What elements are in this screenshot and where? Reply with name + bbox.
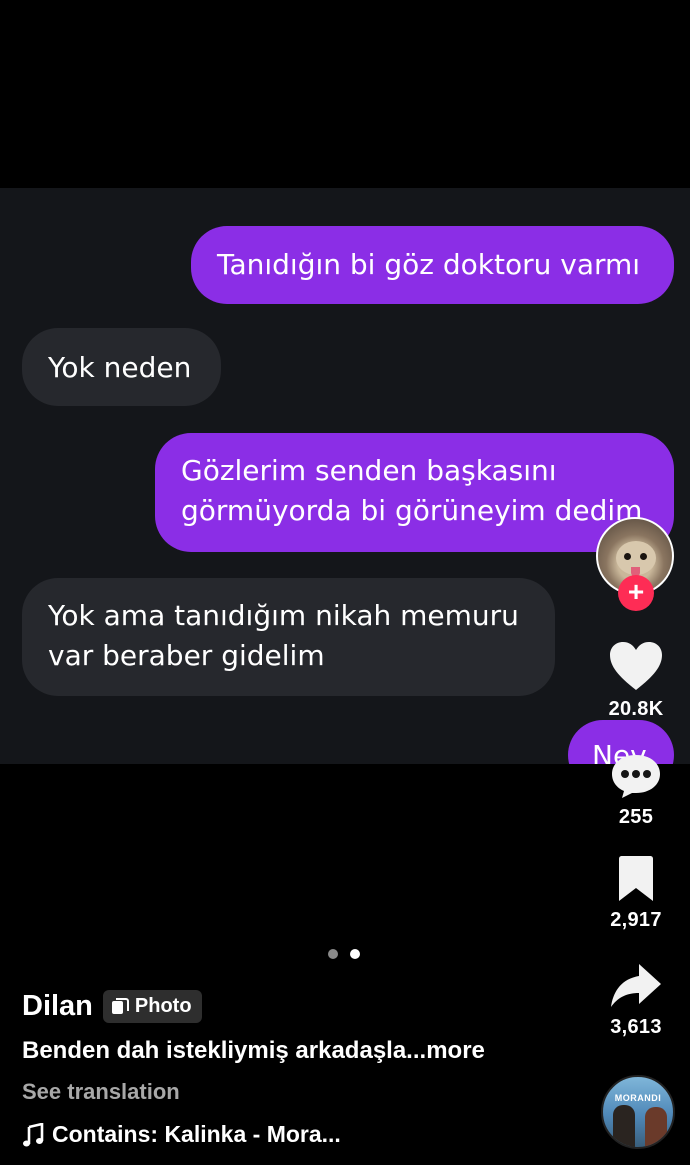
comment-button[interactable]: 255 <box>600 752 672 829</box>
sent-message: Gözlerim senden başkasını görmüyorda bi … <box>155 433 674 552</box>
carousel-dot <box>328 949 338 959</box>
author-row: Dilan Photo <box>22 990 202 1023</box>
like-button[interactable]: 20.8K <box>600 640 672 721</box>
heart-icon <box>610 642 662 690</box>
like-count: 20.8K <box>608 698 664 720</box>
post-caption[interactable]: Benden dah istekliymiş arkadaşla...more <box>22 1037 485 1065</box>
follow-plus-button[interactable]: + <box>618 575 654 611</box>
music-disc[interactable]: MORANDI <box>601 1075 675 1149</box>
post-photo[interactable]: Tanıdığın bi göz doktoru varmı Yok neden… <box>0 188 690 764</box>
photo-badge-label: Photo <box>134 995 192 1017</box>
share-arrow-icon <box>611 964 661 1007</box>
received-message: Yok ama tanıdığım nikah memuru var berab… <box>22 578 555 696</box>
music-title: Contains: Kalinka - Mora... <box>52 1121 341 1147</box>
see-translation-link[interactable]: See translation <box>22 1079 180 1105</box>
sent-message: Tanıdığın bi göz doktoru varmı <box>191 226 674 304</box>
music-note-icon <box>23 1122 44 1146</box>
carousel-indicator <box>328 949 360 959</box>
music-info[interactable]: Contains: Kalinka - Mora... <box>22 1121 341 1148</box>
save-count: 2,917 <box>610 909 662 931</box>
comment-count: 255 <box>618 806 654 828</box>
photo-icon <box>111 997 129 1014</box>
bookmark-icon <box>619 856 653 901</box>
comment-icon <box>612 755 660 798</box>
save-button[interactable]: 2,917 <box>600 855 672 932</box>
caption-text: Benden dah istekliymiş arkadaşla... <box>22 1037 427 1064</box>
photo-badge: Photo <box>102 990 202 1023</box>
received-message: Yok neden <box>22 328 221 406</box>
share-button[interactable]: 3,613 <box>600 962 672 1039</box>
share-count: 3,613 <box>610 1016 662 1038</box>
caption-more-link[interactable]: more <box>426 1037 485 1064</box>
carousel-dot-active <box>350 949 360 959</box>
author-name[interactable]: Dilan <box>22 990 93 1023</box>
music-disc-label: MORANDI <box>614 1093 662 1103</box>
